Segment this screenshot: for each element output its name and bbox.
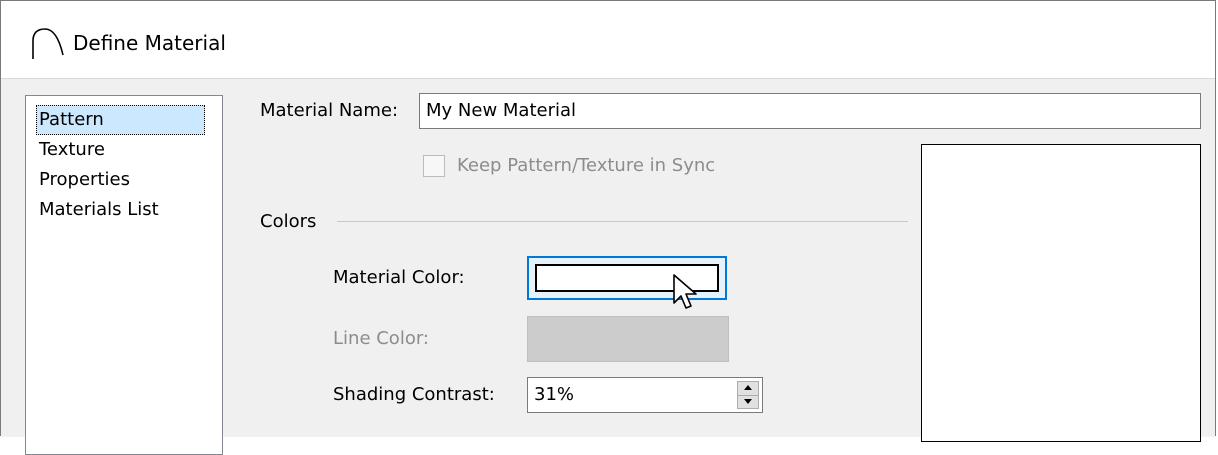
category-list[interactable]: Pattern Texture Properties Materials Lis… [25, 95, 223, 455]
shading-contrast-label: Shading Contrast: [333, 384, 495, 405]
window-title: Define Material [73, 31, 226, 55]
colors-group-label: Colors [260, 211, 317, 232]
material-name-label: Material Name: [260, 100, 399, 121]
category-item-pattern[interactable]: Pattern [36, 105, 205, 135]
keep-sync-checkbox[interactable] [423, 155, 445, 177]
material-preview [921, 144, 1201, 442]
material-color-label: Material Color: [333, 267, 465, 288]
category-item-materials-list[interactable]: Materials List [36, 195, 162, 225]
shading-contrast-input[interactable]: 31% [527, 377, 763, 413]
define-material-dialog: Define Material Pattern Texture Properti… [0, 0, 1216, 455]
keep-sync-label: Keep Pattern/Texture in Sync [457, 155, 716, 176]
spin-up-icon[interactable] [738, 382, 758, 396]
title-bar: Define Material [1, 1, 1215, 79]
mouse-pointer-icon [673, 274, 697, 309]
shading-contrast-value: 31% [534, 384, 575, 405]
category-item-properties[interactable]: Properties [36, 165, 133, 195]
spin-down-icon[interactable] [738, 395, 758, 408]
arch-icon [32, 28, 64, 59]
colors-group-divider [337, 221, 908, 222]
line-color-button[interactable] [527, 316, 729, 362]
category-item-texture[interactable]: Texture [36, 135, 108, 165]
line-color-label: Line Color: [333, 328, 429, 349]
shading-contrast-spinner[interactable] [737, 381, 759, 409]
material-name-input[interactable]: My New Material [419, 93, 1201, 129]
dialog-body: Pattern Texture Properties Materials Lis… [1, 79, 1215, 455]
